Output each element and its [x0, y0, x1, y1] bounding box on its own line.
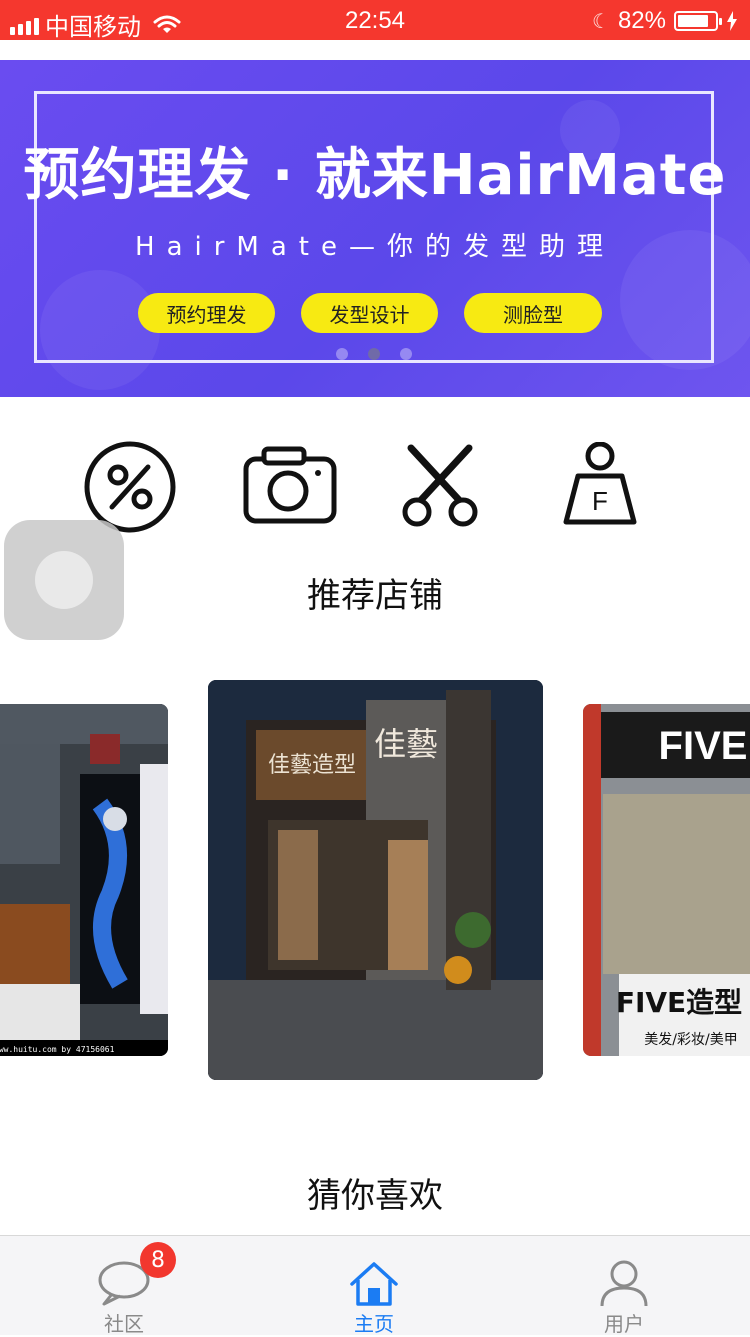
- scissors-icon[interactable]: [390, 430, 490, 540]
- page-dot[interactable]: [400, 348, 412, 360]
- tab-home[interactable]: 主页: [314, 1236, 434, 1336]
- status-bar: 中国移动 22:54 ☾ 82%: [0, 0, 750, 41]
- bottom-tab-bar: 社区 主页 用户: [0, 1235, 750, 1336]
- face-shape-test-button[interactable]: 测脸型: [464, 293, 602, 333]
- five-salon-storefront: FIVE FIVE造型 美发/彩妆/美甲: [583, 704, 750, 1056]
- store-card-left[interactable]: www.huitu.com by 47156061: [0, 704, 168, 1056]
- store-center-sign: 佳藝造型: [268, 753, 356, 778]
- store-left-watermark: www.huitu.com by 47156061: [0, 1045, 115, 1054]
- battery-percent: 82%: [617, 7, 666, 34]
- moon-icon: ☾: [592, 10, 610, 33]
- jiayi-salon-storefront: 佳藝造型 佳藝: [208, 680, 543, 1080]
- guess-you-like-title: 猜你喜欢: [307, 1176, 443, 1216]
- tab-user[interactable]: 用户: [564, 1236, 684, 1336]
- camera-icon[interactable]: [240, 430, 340, 540]
- page-dot-active[interactable]: [368, 348, 380, 360]
- store-card-right[interactable]: FIVE FIVE造型 美发/彩妆/美甲: [583, 704, 750, 1056]
- home-icon: [350, 1262, 398, 1306]
- weight-icon[interactable]: F: [550, 430, 650, 540]
- recommended-stores-title: 推荐店铺: [307, 576, 443, 616]
- store-center-sign-vertical: 佳藝: [374, 725, 438, 763]
- tab-user-label: 用户: [604, 1312, 644, 1336]
- battery-icon: [674, 11, 722, 31]
- book-haircut-button[interactable]: 预约理发: [138, 293, 275, 333]
- store-card-center[interactable]: 佳藝造型 佳藝: [208, 680, 543, 1080]
- banner-subtitle: HairMate—你的发型助理: [135, 232, 615, 262]
- community-notification-badge: 8: [140, 1242, 176, 1278]
- store-right-sign-3: 美发/彩妆/美甲: [644, 1032, 737, 1048]
- salon-interior-photo: www.huitu.com by 47156061: [0, 704, 168, 1056]
- hairstyle-design-button[interactable]: 发型设计: [301, 293, 438, 333]
- store-right-sign: FIVE: [659, 724, 748, 768]
- tab-home-label: 主页: [354, 1312, 394, 1336]
- hero-banner[interactable]: 预约理发 · 就来HairMate HairMate—你的发型助理 预约理发 发…: [0, 60, 750, 397]
- banner-page-indicator[interactable]: [336, 348, 412, 360]
- user-icon: [600, 1260, 648, 1307]
- store-right-sign-2: FIVE造型: [616, 986, 742, 1019]
- charging-bolt-icon: [727, 11, 737, 31]
- tab-community-label: 社区: [104, 1312, 144, 1336]
- svg-text:F: F: [592, 486, 608, 516]
- page-dot[interactable]: [336, 348, 348, 360]
- banner-title: 预约理发 · 就来HairMate: [23, 143, 727, 208]
